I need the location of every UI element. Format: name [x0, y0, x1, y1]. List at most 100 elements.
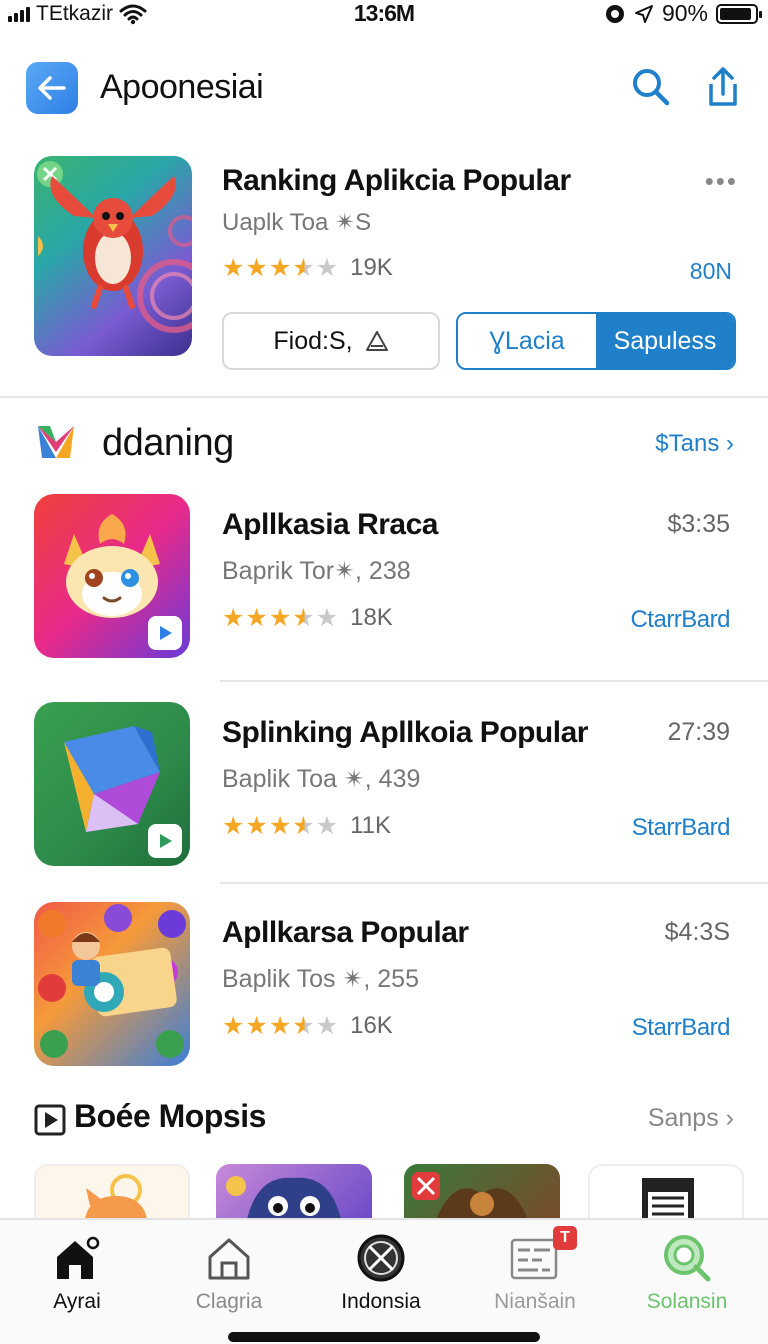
- star-icon: ★: [268, 603, 292, 632]
- segment-lacia[interactable]: ƔLacia: [458, 314, 596, 368]
- carousel-card[interactable]: [404, 1164, 560, 1224]
- star-icon: ★: [222, 253, 245, 282]
- rating-count: 19K: [350, 254, 393, 281]
- list-divider: [220, 882, 768, 884]
- page-title: Apoonesiai: [100, 68, 264, 106]
- grid-icon: T: [509, 1226, 577, 1284]
- warning-triangle-icon: [365, 331, 388, 351]
- app-time: $4:3S: [664, 918, 730, 946]
- home-indicator[interactable]: [228, 1332, 540, 1342]
- notification-badge: T: [553, 1226, 577, 1250]
- home-icon: [51, 1232, 103, 1284]
- rating-count: 18K: [350, 604, 393, 631]
- star-icon: ★: [222, 811, 245, 840]
- featured-app-thumbnail[interactable]: [34, 156, 192, 356]
- device-illustration: [642, 1178, 694, 1224]
- featured-app-name[interactable]: Ranking Aplikcia Popular: [222, 164, 571, 198]
- share-icon: [709, 67, 737, 106]
- tab-solansin[interactable]: Solansin: [612, 1232, 762, 1328]
- tab-ayrai[interactable]: Ayrai: [2, 1232, 152, 1328]
- star-rating: ★ ★ ★ ★ ★: [222, 253, 339, 282]
- search-button[interactable]: [628, 64, 674, 110]
- featured-app-card[interactable]: Ranking Aplikcia Popular ••• Uaplk Toa ✴…: [0, 154, 768, 394]
- star-rating: ★ ★ ★ ★ ★: [222, 1011, 339, 1040]
- app-rating: ★ ★ ★ ★ ★ 16K: [222, 1012, 393, 1040]
- tab-label: Indonsia: [341, 1290, 421, 1313]
- app-icon-fox[interactable]: [34, 494, 190, 658]
- star-icon: ★: [268, 811, 292, 840]
- play-badge-icon: [148, 824, 182, 858]
- carousel-card[interactable]: [588, 1164, 744, 1224]
- rating-count: 16K: [350, 1012, 393, 1039]
- segmented-control: ƔLacia Sapuless: [456, 312, 736, 370]
- collage-illustration: [38, 904, 186, 1058]
- featured-app-developer: Uaplk Toa ✴S: [222, 209, 372, 236]
- star-icon: ★: [292, 811, 315, 840]
- star-icon: ★: [268, 1011, 292, 1040]
- rating-count: 11K: [350, 812, 392, 839]
- app-icon-collage[interactable]: [34, 902, 190, 1066]
- star-icon: ★: [222, 603, 245, 632]
- app-name[interactable]: Apllkasia Rraca: [222, 508, 438, 542]
- tab-bar: Ayrai Clagria Indonsia T Nianšain Solans…: [0, 1218, 768, 1344]
- star-icon: ★: [315, 811, 339, 840]
- app-name[interactable]: Splinking Apllkoia Popular: [222, 716, 588, 750]
- eagle-illustration: [412, 1172, 530, 1224]
- section-header-ddaning: ddaning $Tans ›: [0, 418, 768, 474]
- house-outline-icon: [203, 1232, 255, 1284]
- battery-percent: 90%: [661, 0, 708, 26]
- tab-indonsia[interactable]: Indonsia: [306, 1232, 456, 1328]
- section-header-boee-mopsis: Boée Mopsis Sanps ›: [0, 1096, 768, 1146]
- carousel-card[interactable]: [216, 1164, 372, 1224]
- list-item[interactable]: Apllkasia Rraca $3:35 Baprik Tor✴, 238 ★…: [0, 494, 768, 684]
- share-button[interactable]: [700, 64, 746, 110]
- tab-label: Ayrai: [53, 1290, 101, 1313]
- owl-illustration: [226, 1176, 342, 1224]
- list-item[interactable]: Splinking Apllkoia Popular 27:39 Baplik …: [0, 702, 768, 892]
- star-icon: ★: [268, 253, 292, 282]
- star-icon: ★: [292, 603, 315, 632]
- app-time: 27:39: [667, 718, 730, 746]
- alarm-icon: [605, 4, 624, 23]
- section-title: ddaning: [102, 422, 234, 464]
- status-bar: TEtkazir 13:6M 90%: [0, 0, 768, 30]
- app-action-link[interactable]: StarrBard: [632, 814, 731, 842]
- app-name[interactable]: Apllkarsa Popular: [222, 916, 469, 950]
- star-icon: ★: [245, 603, 268, 632]
- play-square-icon: [34, 1104, 66, 1136]
- star-icon: ★: [315, 253, 339, 282]
- back-button[interactable]: [26, 62, 78, 114]
- star-icon: ★: [222, 1011, 245, 1040]
- star-icon: ★: [315, 603, 339, 632]
- carousel-card[interactable]: [34, 1164, 190, 1224]
- outline-button-label: Fiod:S,: [273, 326, 353, 355]
- see-all-link[interactable]: $Tans ›: [655, 430, 734, 458]
- app-action-link[interactable]: StarrBard: [632, 1014, 731, 1042]
- segment-sapuless[interactable]: Sapuless: [596, 314, 734, 368]
- app-rating: ★ ★ ★ ★ ★ 18K: [222, 604, 393, 632]
- list-divider: [220, 680, 768, 682]
- app-icon-cube[interactable]: [34, 702, 190, 866]
- app-action-link[interactable]: CtarrBard: [630, 606, 730, 634]
- tab-clagria[interactable]: Clagria: [154, 1232, 304, 1328]
- star-icon: ★: [245, 1011, 268, 1040]
- app-developer: Baprik Tor✴, 238: [222, 557, 411, 585]
- status-right: 90%: [604, 0, 762, 27]
- search-icon: [633, 69, 670, 106]
- cat-illustration: [84, 1174, 148, 1224]
- bird-illustration: [37, 161, 192, 333]
- more-options-button[interactable]: •••: [705, 166, 738, 197]
- app-time: $3:35: [667, 510, 730, 538]
- location-arrow-icon: [634, 4, 653, 23]
- see-all-link[interactable]: Sanps ›: [648, 1104, 734, 1133]
- list-item[interactable]: Apllkarsa Popular $4:3S Baplik Tos ✴, 25…: [0, 902, 768, 1092]
- featured-rating: ★ ★ ★ ★ ★ 19K: [222, 254, 393, 282]
- battery-icon: [716, 3, 762, 24]
- featured-outline-button[interactable]: Fiod:S,: [222, 312, 440, 370]
- app-header: Apoonesiai: [0, 56, 768, 122]
- star-icon: ★: [315, 1011, 339, 1040]
- star-icon: ★: [292, 253, 315, 282]
- section-title: Boée Mopsis: [74, 1098, 266, 1134]
- tab-niansain[interactable]: T Nianšain: [460, 1226, 610, 1328]
- tab-label: Solansin: [646, 1290, 728, 1313]
